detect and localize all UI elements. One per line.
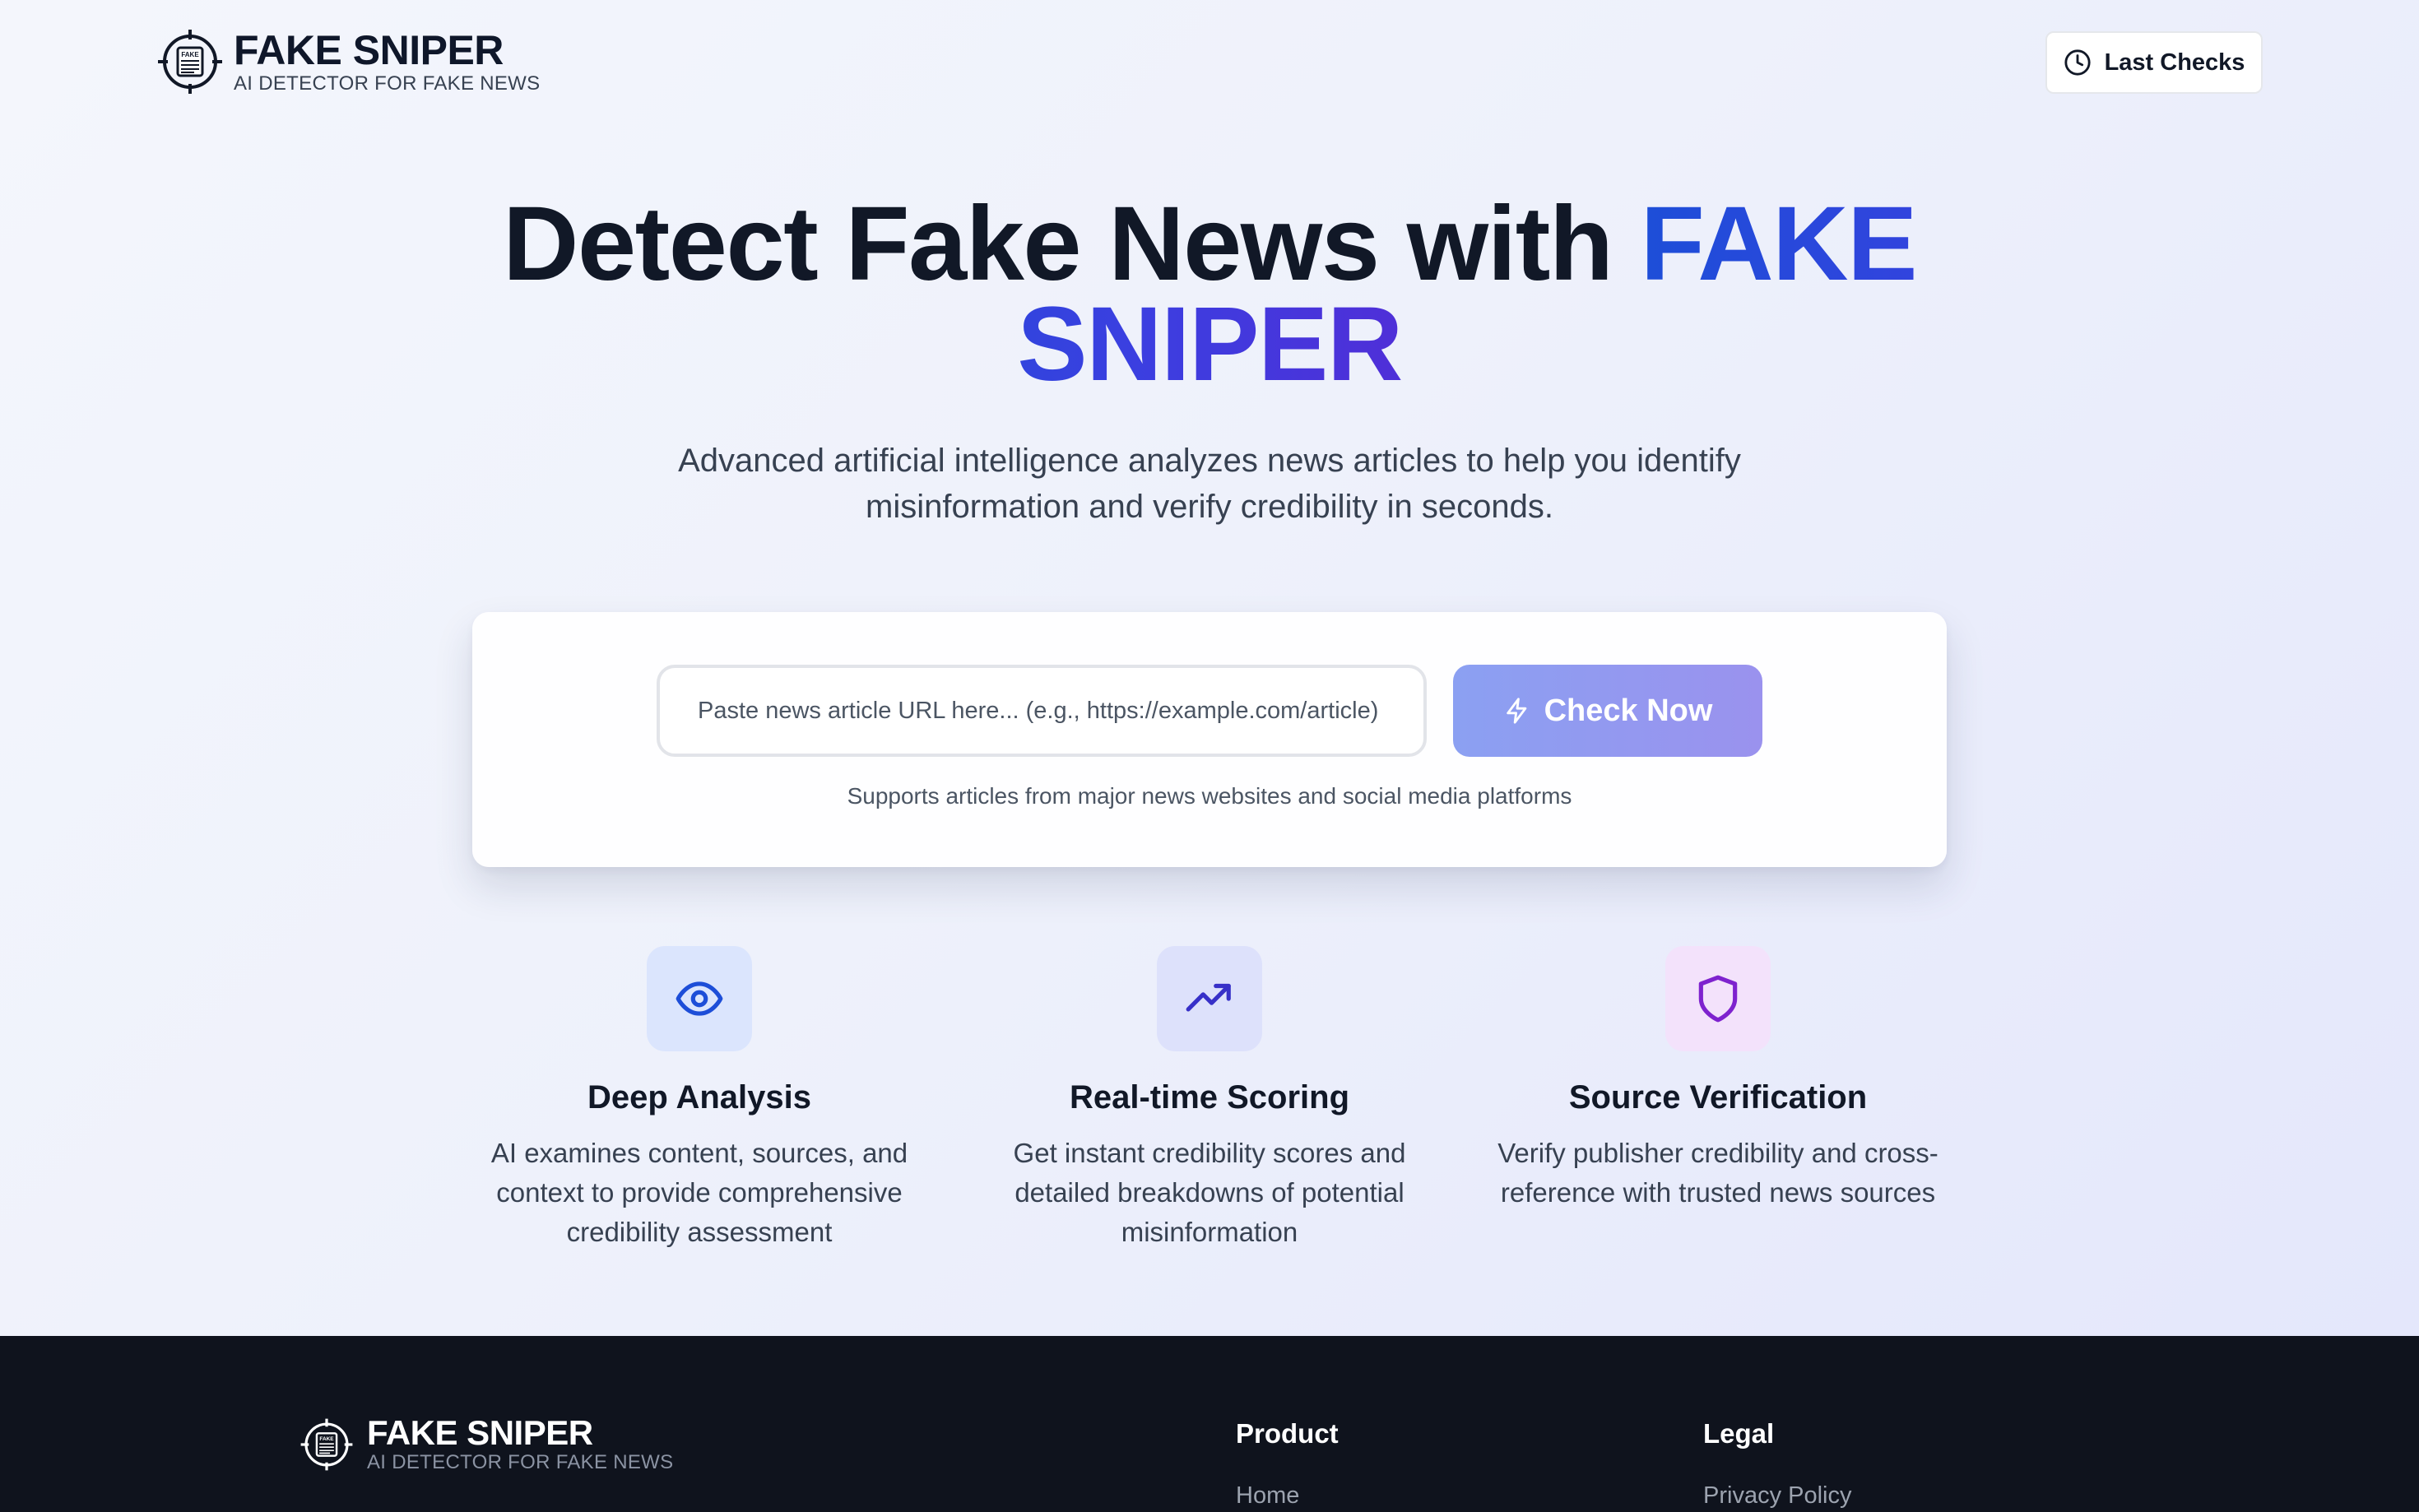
footer-link-privacy-policy[interactable]: Privacy Policy xyxy=(1703,1482,1852,1510)
trending-up-icon xyxy=(1186,983,1231,1012)
site-header: FAKE FAKE SNIPER AI DETECTOR FOR FAKE NE… xyxy=(0,0,2419,123)
footer-brand[interactable]: FAKE FAKE SNIPER AI DETECTOR FOR FAKE NE… xyxy=(299,1415,673,1474)
feature-description: Verify publisher credibility and cross-r… xyxy=(1497,1138,1938,1208)
feature-title: Source Verification xyxy=(1568,1079,1868,1115)
crosshair-newspaper-icon: FAKE xyxy=(300,1418,353,1471)
feature-icon-box xyxy=(1665,946,1771,1051)
feature-real-time-scoring: Real-time Scoring Get instant credibilit… xyxy=(963,946,1456,1252)
check-now-label: Check Now xyxy=(1544,693,1713,728)
clock-icon xyxy=(2064,49,2091,76)
footer-column-product: Product Home xyxy=(1236,1418,1339,1510)
last-checks-button[interactable]: Last Checks xyxy=(2045,31,2263,94)
feature-title: Deep Analysis xyxy=(587,1079,811,1115)
check-now-button[interactable]: Check Now xyxy=(1453,665,1762,757)
feature-title: Real-time Scoring xyxy=(1069,1079,1350,1115)
feature-description: Get instant credibility scores and detai… xyxy=(1013,1138,1406,1247)
brand[interactable]: FAKE FAKE SNIPER AI DETECTOR FOR FAKE NE… xyxy=(156,28,540,95)
feature-source-verification: Source Verification Verify publisher cre… xyxy=(1471,946,1965,1213)
footer-column-heading: Legal xyxy=(1703,1418,1775,1449)
support-text: Supports articles from major news websit… xyxy=(847,783,1572,809)
shield-icon xyxy=(1698,975,1738,1023)
footer-brand-subtitle: AI DETECTOR FOR FAKE NEWS xyxy=(367,1451,674,1473)
url-check-card: Check Now Supports articles from major n… xyxy=(472,612,1947,867)
brand-subtitle: AI DETECTOR FOR FAKE NEWS xyxy=(234,72,541,95)
hero-subtitle: Advanced artificial intelligence analyze… xyxy=(678,443,1741,525)
logo-text: FAKE xyxy=(181,51,199,58)
feature-deep-analysis: Deep Analysis AI examines content, sourc… xyxy=(453,946,946,1252)
hero-title: Detect Fake News with FAKE SNIPER xyxy=(387,192,2032,397)
article-url-input[interactable] xyxy=(657,665,1427,757)
site-footer: FAKE FAKE SNIPER AI DETECTOR FOR FAKE NE… xyxy=(0,1336,2419,1512)
feature-icon-box xyxy=(647,946,752,1051)
footer-column-legal: Legal Privacy Policy xyxy=(1703,1418,1852,1510)
eye-icon xyxy=(676,981,723,1016)
crosshair-newspaper-icon: FAKE xyxy=(158,30,222,94)
brand-title: FAKE SNIPER xyxy=(234,27,504,73)
feature-description: AI examines content, sources, and contex… xyxy=(490,1138,908,1247)
footer-link-home[interactable]: Home xyxy=(1236,1482,1339,1510)
footer-column-heading: Product xyxy=(1236,1418,1339,1449)
footer-brand-title: FAKE SNIPER xyxy=(367,1413,593,1452)
logo-text: FAKE xyxy=(319,1436,334,1442)
last-checks-label: Last Checks xyxy=(2104,49,2245,76)
lightning-icon xyxy=(1506,698,1526,724)
feature-icon-box xyxy=(1157,946,1262,1051)
